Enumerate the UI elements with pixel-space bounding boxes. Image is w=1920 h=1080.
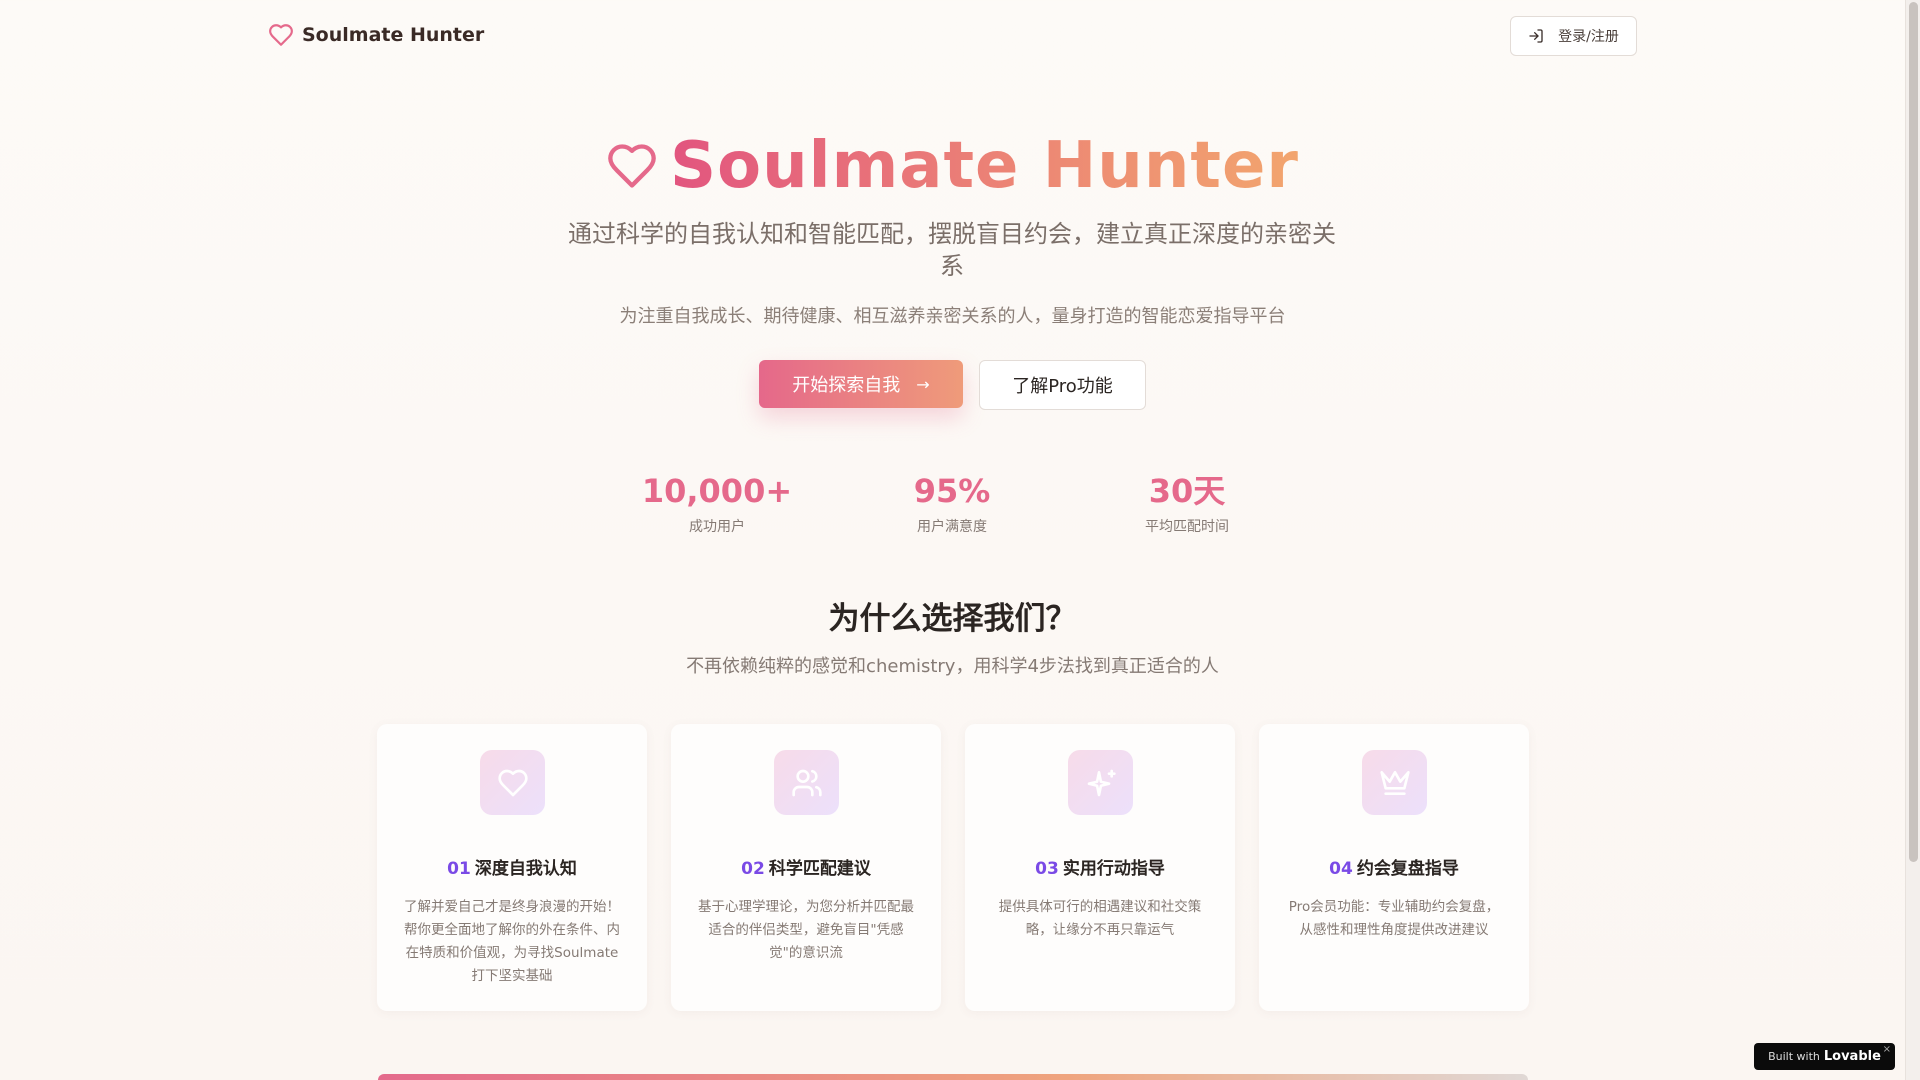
feature-title: 04 约会复盘指导 [1259, 854, 1529, 879]
users-icon [791, 769, 822, 796]
stat-label: 成功用户 [689, 519, 745, 535]
feature-title: 01 深度自我认知 [377, 854, 647, 879]
login-register-label: 登录/注册 [1558, 29, 1619, 45]
feature-title-text: 深度自我认知 [474, 859, 577, 879]
start-explore-label: 开始探索自我 [792, 375, 901, 396]
feature-number: 02 [741, 859, 765, 879]
vertical-scrollbar[interactable] [1905, 0, 1920, 1080]
hero-description: 为注重自我成长、期待健康、相互滋养亲密关系的人，量身打造的智能恋爱指导平台 [619, 306, 1286, 327]
feature-title-text: 科学匹配建议 [768, 859, 871, 879]
feature-icon-box [1362, 750, 1427, 815]
top-header: Soulmate Hunter 登录/注册 [0, 0, 1905, 72]
feature-title: 03 实用行动指导 [965, 854, 1235, 879]
feature-card-action: 03 实用行动指导 提供具体可行的相遇建议和社交策略，让缘分不再只靠运气 [965, 724, 1235, 1011]
hero-heading: Soulmate Hunter [670, 126, 1299, 206]
hero-title: Soulmate Hunter [0, 126, 1905, 206]
brand-logo[interactable]: Soulmate Hunter [268, 22, 484, 48]
feature-icon-box [480, 750, 545, 815]
sparkles-icon [1087, 769, 1116, 796]
learn-pro-button[interactable]: 了解Pro功能 [979, 360, 1146, 410]
arrow-right-icon: → [916, 374, 930, 394]
feature-title: 02 科学匹配建议 [671, 854, 941, 879]
stat-satisfaction: 95% 用户满意度 [832, 470, 1072, 536]
stat-users: 10,000+ 成功用户 [597, 470, 837, 536]
cta-row: 开始探索自我 → 了解Pro功能 [0, 360, 1905, 410]
feature-title-text: 约会复盘指导 [1356, 859, 1459, 879]
why-subtitle: 不再依赖纯粹的感觉和chemistry，用科学4步法找到真正适合的人 [686, 656, 1219, 677]
built-with-label: Built with [1768, 1050, 1820, 1063]
feature-description: 提供具体可行的相遇建议和社交策略，让缘分不再只靠运气 [998, 899, 1202, 938]
stat-value: 10,000+ [641, 472, 793, 510]
heart-icon [608, 144, 656, 188]
log-in-icon [1529, 29, 1543, 43]
crown-icon [1379, 770, 1410, 795]
feature-card-self-awareness: 01 深度自我认知 了解并爱自己才是终身浪漫的开始！ 帮你更全面地了解你的外在条件… [377, 724, 647, 1011]
heart-icon [269, 24, 293, 46]
feature-icon-box [1068, 750, 1133, 815]
hero-subtitle: 通过科学的自我认知和智能匹配，摆脱盲目约会，建立真正深度的亲密关系 [568, 220, 1336, 280]
why-title: 为什么选择我们？ [828, 601, 1077, 637]
stat-match-time: 30天 平均匹配时间 [1067, 470, 1307, 536]
lovable-logo: Lovable [1823, 1049, 1881, 1064]
built-with-lovable-badge[interactable]: Built with Lovable × [1754, 1043, 1895, 1070]
feature-description: 了解并爱自己才是终身浪漫的开始！ 帮你更全面地了解你的外在条件、内在特质和价值观… [404, 899, 620, 984]
feature-number: 03 [1035, 859, 1059, 879]
stat-value: 30天 [1148, 472, 1226, 510]
start-explore-button[interactable]: 开始探索自我 → [759, 360, 963, 408]
feature-icon-box [774, 750, 839, 815]
heart-icon [497, 769, 528, 796]
scrollbar-thumb[interactable] [1909, 2, 1918, 862]
stat-value: 95% [913, 472, 991, 510]
feature-description: 基于心理学理论，为您分析并匹配最适合的伴侣类型，避免盲目"凭感觉"的意识流 [698, 899, 914, 961]
feature-card-review: 04 约会复盘指导 Pro会员功能：专业辅助约会复盘，从感性和理性角度提供改进建议 [1259, 724, 1529, 1011]
brand-name: Soulmate Hunter [302, 24, 485, 46]
stat-label: 平均匹配时间 [1145, 519, 1229, 535]
learn-pro-label: 了解Pro功能 [1012, 376, 1113, 397]
feature-number: 01 [447, 859, 471, 879]
close-icon[interactable]: × [1883, 1044, 1891, 1055]
stat-label: 用户满意度 [917, 519, 987, 535]
feature-title-text: 实用行动指导 [1062, 859, 1165, 879]
login-register-button[interactable]: 登录/注册 [1510, 16, 1637, 56]
feature-number: 04 [1329, 859, 1353, 879]
feature-card-matching: 02 科学匹配建议 基于心理学理论，为您分析并匹配最适合的伴侣类型，避免盲目"凭感… [671, 724, 941, 1011]
bottom-banner-edge [378, 1074, 1528, 1080]
feature-description: Pro会员功能：专业辅助约会复盘，从感性和理性角度提供改进建议 [1288, 899, 1500, 938]
